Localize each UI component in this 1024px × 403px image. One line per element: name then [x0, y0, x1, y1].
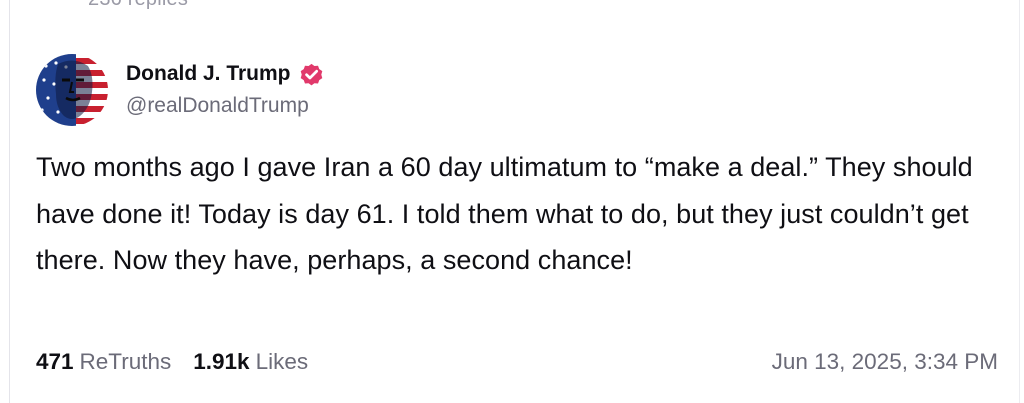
post-body-text: Two months ago I gave Iran a 60 day ulti… — [36, 152, 973, 275]
panel-border — [1019, 0, 1020, 403]
likes-count: 1.91k — [193, 349, 250, 374]
retruths-label: ReTruths — [79, 349, 172, 374]
author-display-name[interactable]: Donald J. Trump — [126, 62, 291, 86]
likes-stat[interactable]: 1.91k Likes — [193, 349, 308, 375]
retruths-stat[interactable]: 471 ReTruths — [36, 349, 171, 375]
verified-badge-icon — [298, 61, 325, 88]
likes-label: Likes — [255, 349, 309, 374]
retruths-count: 471 — [36, 349, 74, 374]
post-footer: 471 ReTruths 1.91k Likes Jun 13, 2025, 3… — [36, 344, 998, 380]
previous-replies-link[interactable]: 236 replies — [88, 0, 188, 11]
author-handle[interactable]: @realDonaldTrump — [126, 94, 325, 118]
author-avatar[interactable] — [36, 54, 108, 126]
author-name-row: Donald J. Trump — [126, 60, 325, 88]
post-timestamp[interactable]: Jun 13, 2025, 3:34 PM — [772, 349, 998, 375]
thread-line — [9, 0, 10, 403]
author-info: Donald J. Trump @realDonaldTrump — [126, 60, 325, 118]
avatar-image — [36, 54, 108, 126]
